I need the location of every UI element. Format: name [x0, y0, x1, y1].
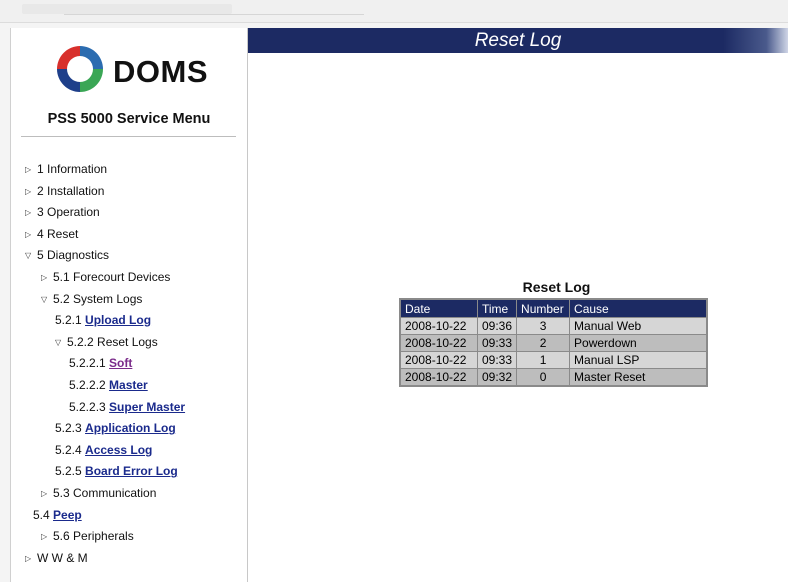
sidebar-item[interactable]: ▷ 2 Installation: [25, 183, 104, 199]
cell-date: 2008-10-22: [399, 351, 478, 369]
collapsed-triangle-icon[interactable]: ▷: [25, 162, 37, 178]
sidebar-link[interactable]: Master: [109, 378, 148, 392]
sidebar-link[interactable]: Board Error Log: [85, 464, 178, 478]
collapsed-triangle-icon[interactable]: ▷: [25, 205, 37, 221]
main-content: Reset Log Date Time Number Cause 2008-10…: [248, 53, 788, 582]
page-title: Reset Log: [474, 30, 562, 51]
collapsed-triangle-icon[interactable]: ▷: [41, 270, 53, 286]
collapsed-triangle-icon[interactable]: ▷: [25, 227, 37, 243]
table-header-row: Date Time Number Cause: [399, 298, 708, 318]
cell-time: 09:36: [476, 317, 518, 335]
cell-date: 2008-10-22: [399, 368, 478, 387]
cell-date: 2008-10-22: [399, 334, 478, 352]
sidebar-item: 5.2.1 Upload Log: [55, 312, 151, 328]
sidebar-item[interactable]: ▷ 5.1 Forecourt Devices: [41, 269, 170, 285]
cell-date: 2008-10-22: [399, 317, 478, 335]
cell-time: 09:32: [476, 368, 518, 387]
collapsed-triangle-icon[interactable]: ▷: [41, 529, 53, 545]
sidebar-item-label: 5.2.2.2: [69, 378, 110, 392]
sidebar-item[interactable]: ▷ 5.6 Peripherals: [41, 528, 134, 544]
address-bar[interactable]: [64, 6, 364, 15]
sidebar-item-label: 5.2.3: [55, 421, 86, 436]
sidebar-item: 5.2.2.3 Super Master: [69, 399, 185, 415]
sidebar-item-label: 5.3 Communication: [53, 486, 157, 500]
sidebar-link[interactable]: Access Log: [85, 443, 152, 457]
sidebar-item[interactable]: ▽ 5.2.2 Reset Logs: [55, 334, 158, 350]
cell-number: 1: [516, 351, 571, 369]
sidebar-item-label: 4 Reset: [37, 226, 79, 241]
column-header-number: Number: [516, 298, 571, 318]
sidebar-item[interactable]: ▷ W W & M: [25, 550, 88, 566]
sidebar-item-label: 5.2.2.3: [69, 399, 110, 414]
sidebar-link[interactable]: Super Master: [109, 400, 185, 414]
sidebar-item-label: 5.2.5: [55, 464, 86, 479]
sidebar-item-label: 3 Operation: [37, 205, 100, 220]
cell-cause: Master Reset: [569, 368, 708, 387]
expanded-triangle-icon[interactable]: ▽: [25, 248, 37, 264]
table-row: 2008-10-22 09:33 2 Powerdown: [399, 334, 708, 352]
sidebar-item-label: 5.6 Peripherals: [53, 529, 134, 544]
sidebar-link[interactable]: Peep: [53, 508, 82, 522]
collapsed-triangle-icon[interactable]: ▷: [41, 486, 53, 502]
page-header-banner: Reset Log: [248, 28, 788, 53]
column-header-time: Time: [476, 298, 518, 318]
sidebar-item: 5.2.3 Application Log: [55, 420, 176, 436]
sidebar-item: 5.2.2.1 Soft: [69, 355, 132, 371]
cell-number: 3: [516, 317, 571, 335]
sidebar-item-label: 1 Information: [37, 162, 108, 176]
doms-logo-icon: [57, 46, 103, 92]
sidebar-item-label: 5.2.4: [55, 442, 86, 457]
sidebar-item: 5.4 Peep: [33, 507, 82, 523]
sidebar-item[interactable]: ▷ 3 Operation: [25, 204, 100, 220]
doms-logo: DOMS: [53, 42, 223, 100]
sidebar-item-label: 5.2.1: [55, 313, 86, 328]
sidebar-item[interactable]: ▷ 4 Reset: [25, 226, 78, 242]
table-row: 2008-10-22 09:33 1 Manual LSP: [399, 351, 708, 369]
cell-cause: Powerdown: [569, 334, 708, 352]
cell-number: 2: [516, 334, 571, 352]
sidebar-item: 5.2.2.2 Master: [69, 377, 148, 393]
reset-log-table: Date Time Number Cause 2008-10-22 09:36 …: [399, 298, 709, 387]
sidebar-item-label: 2 Installation: [37, 183, 105, 198]
sidebar-item[interactable]: ▽ 5 Diagnostics: [25, 247, 109, 263]
sidebar-link[interactable]: Soft: [109, 356, 132, 370]
sidebar-item-label: 5.2.2.1: [69, 356, 110, 371]
sidebar: DOMS PSS 5000 Service Menu ▷ 1 Informatio…: [10, 28, 248, 582]
reset-log-caption: Reset Log: [522, 279, 591, 295]
column-header-cause: Cause: [569, 298, 708, 318]
sidebar-item[interactable]: ▽ 5.2 System Logs: [41, 291, 142, 307]
browser-toolbar: [0, 0, 788, 23]
sidebar-item-label: W W & M: [37, 550, 88, 565]
collapsed-triangle-icon[interactable]: ▷: [25, 184, 37, 200]
cell-cause: Manual Web: [569, 317, 708, 335]
sidebar-link[interactable]: Upload Log: [85, 313, 151, 327]
cell-number: 0: [516, 368, 571, 387]
sidebar-item-label: 5 Diagnostics: [37, 248, 110, 263]
menu-title: PSS 5000 Service Menu: [47, 111, 211, 127]
sidebar-item-label: 5.2.2 Reset Logs: [67, 334, 158, 349]
brand-name: DOMS: [113, 54, 208, 89]
table-row: 2008-10-22 09:36 3 Manual Web: [399, 317, 708, 335]
expanded-triangle-icon[interactable]: ▽: [55, 335, 67, 351]
sidebar-item[interactable]: ▷ 5.3 Communication: [41, 485, 156, 501]
cell-time: 09:33: [476, 334, 518, 352]
sidebar-item: 5.2.5 Board Error Log: [55, 463, 178, 479]
table-row: 2008-10-22 09:32 0 Master Reset: [399, 368, 708, 387]
cell-time: 09:33: [476, 351, 518, 369]
divider: [21, 136, 236, 137]
collapsed-triangle-icon[interactable]: ▷: [25, 551, 37, 567]
column-header-date: Date: [399, 298, 478, 318]
expanded-triangle-icon[interactable]: ▽: [41, 292, 53, 308]
sidebar-item: 5.2.4 Access Log: [55, 442, 152, 458]
sidebar-item[interactable]: ▷ 1 Information: [25, 161, 107, 177]
sidebar-item-label: 5.1 Forecourt Devices: [53, 270, 171, 284]
sidebar-link[interactable]: Application Log: [85, 421, 176, 435]
cell-cause: Manual LSP: [569, 351, 708, 369]
sidebar-item-label: 5.2 System Logs: [53, 291, 143, 306]
sidebar-item-label: 5.4: [33, 507, 54, 522]
